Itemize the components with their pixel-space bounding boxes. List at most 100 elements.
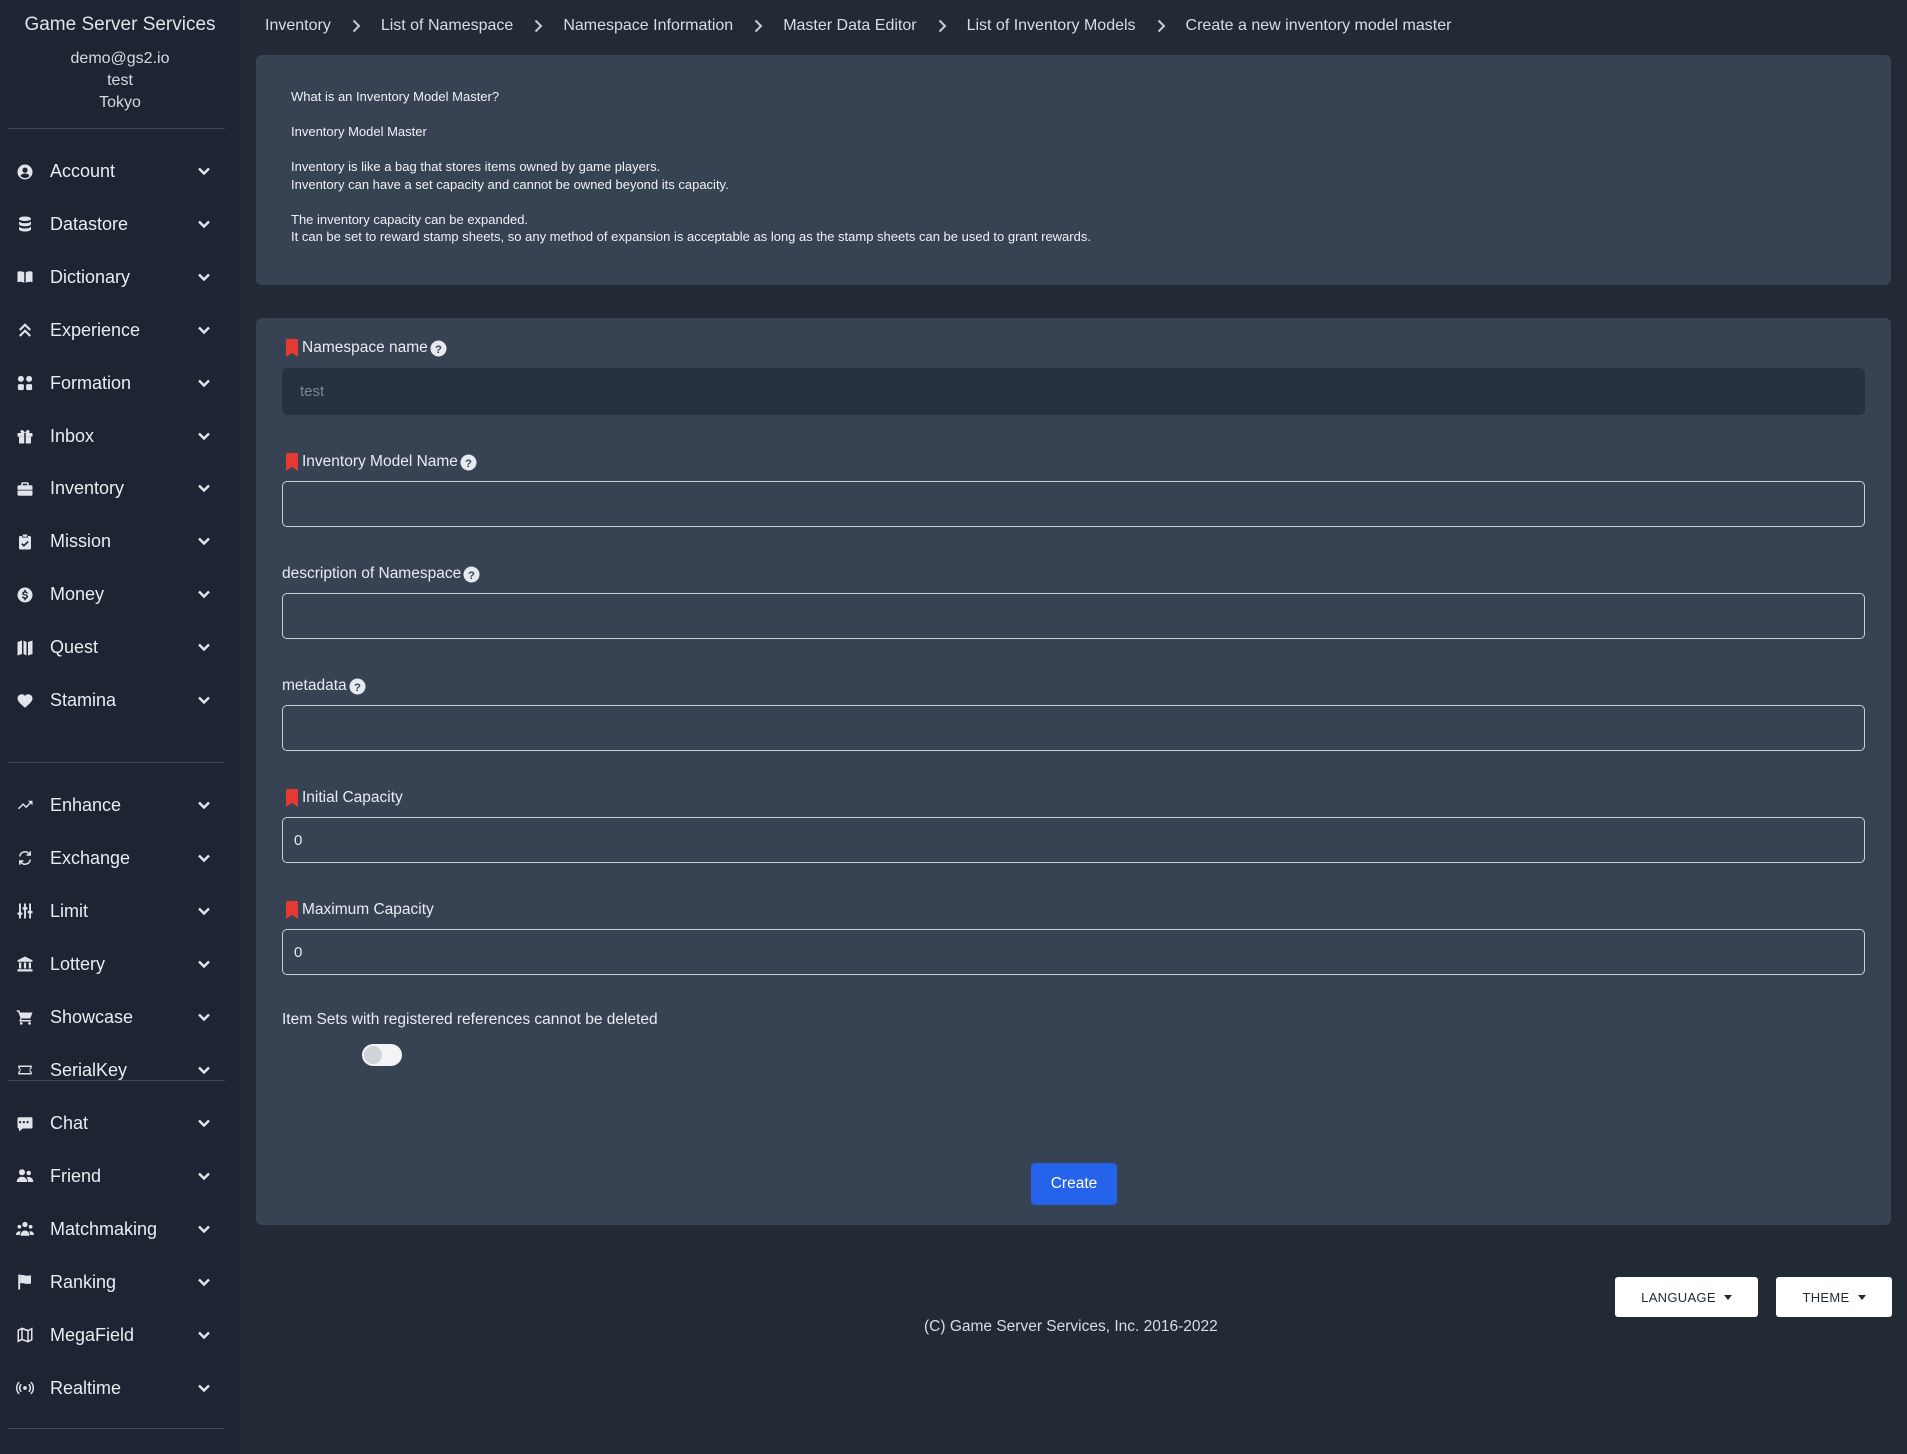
metadata-label: metadata ?	[282, 675, 366, 697]
chevron-down-icon[interactable]	[196, 480, 212, 496]
chevron-down-icon[interactable]	[196, 1062, 212, 1078]
chevron-down-icon[interactable]	[196, 163, 212, 179]
model-name-label: Inventory Model Name ?	[282, 451, 477, 473]
sidebar-item-label: MegaField	[50, 1324, 135, 1345]
sidebar-item-matchmaking[interactable]: Matchmaking	[0, 1203, 256, 1256]
chevron-down-icon[interactable]	[196, 850, 212, 866]
description-input[interactable]	[282, 593, 1865, 639]
protect-references-toggle[interactable]	[362, 1044, 402, 1066]
breadcrumb-item[interactable]: List of Namespace	[381, 17, 514, 35]
chevron-down-icon[interactable]	[196, 428, 212, 444]
help-icon[interactable]: ?	[463, 565, 480, 583]
sidebar-item-label: Inbox	[50, 425, 95, 446]
chevron-down-icon[interactable]	[196, 216, 212, 232]
metadata-input[interactable]	[282, 705, 1865, 751]
sidebar-item-lottery[interactable]: Lottery	[0, 938, 256, 991]
sidebar-item-experience[interactable]: Experience	[0, 304, 256, 357]
sidebar-item-label: Matchmaking	[50, 1218, 158, 1239]
sidebar-item-label: Ranking	[50, 1271, 117, 1292]
sidebar-item-label: Chat	[50, 1113, 89, 1133]
chevron-down-icon[interactable]	[196, 269, 212, 285]
dollar-circle-icon	[16, 586, 34, 604]
sidebar-item-chat[interactable]: Chat	[0, 1097, 256, 1150]
chevron-right-icon	[935, 19, 949, 33]
protect-references-label: Item Sets with registered references can…	[282, 1011, 658, 1028]
toggle-knob	[364, 1046, 382, 1064]
chevron-down-icon[interactable]	[196, 533, 212, 549]
sidebar-item-stamina[interactable]: Stamina	[0, 674, 256, 727]
sidebar-item-quest[interactable]: Quest	[0, 621, 256, 674]
initial-capacity-label: Initial Capacity	[282, 787, 403, 809]
breadcrumb-item[interactable]: List of Inventory Models	[967, 17, 1136, 35]
sidebar-item-showcase[interactable]: Showcase	[0, 991, 256, 1044]
maximum-capacity-label: Maximum Capacity	[282, 899, 434, 921]
chevron-down-icon[interactable]	[196, 1115, 212, 1131]
sidebar-item-inbox[interactable]: Inbox	[0, 410, 256, 463]
required-bookmark-icon	[286, 901, 298, 919]
chevron-down-icon[interactable]	[196, 1009, 212, 1025]
description-label: description of Namespace ?	[282, 563, 480, 585]
sidebar-item-money[interactable]: Money	[0, 568, 256, 621]
heart-icon	[16, 692, 34, 710]
help-icon[interactable]: ?	[430, 339, 447, 357]
sidebar-item-enhance[interactable]: Enhance	[0, 779, 256, 832]
chevron-down-icon[interactable]	[196, 903, 212, 919]
metadata-label-text: metadata	[282, 677, 347, 694]
chevron-down-icon[interactable]	[196, 1168, 212, 1184]
theme-button[interactable]: THEME	[1776, 1277, 1892, 1317]
sidebar-item-dictionary[interactable]: Dictionary	[0, 251, 256, 304]
breadcrumb-item[interactable]: Master Data Editor	[783, 17, 916, 35]
sidebar-item-label: Realtime	[50, 1377, 122, 1398]
model-name-input[interactable]	[282, 481, 1865, 527]
chevron-down-icon[interactable]	[196, 586, 212, 602]
namespace-name-input	[282, 368, 1865, 415]
sidebar-item-megafield[interactable]: MegaField	[0, 1309, 256, 1362]
chevron-down-icon[interactable]	[196, 322, 212, 338]
sidebar-item-inventory[interactable]: Inventory	[0, 462, 256, 515]
breadcrumb-item[interactable]: Inventory	[265, 17, 331, 35]
chevron-down-icon[interactable]	[196, 1274, 212, 1290]
chevron-down-icon[interactable]	[196, 797, 212, 813]
sidebar-item-ranking[interactable]: Ranking	[0, 1256, 256, 1309]
chevron-down-icon[interactable]	[196, 639, 212, 655]
language-button[interactable]: LANGUAGE	[1615, 1277, 1758, 1317]
chevron-down-icon[interactable]	[196, 1380, 212, 1396]
initial-capacity-input[interactable]	[282, 817, 1865, 863]
gift-icon	[16, 427, 34, 445]
chevron-down-icon[interactable]	[196, 692, 212, 708]
map-icon	[16, 639, 34, 657]
sidebar-item-datastore[interactable]: Datastore	[0, 198, 256, 251]
help-icon[interactable]: ?	[349, 677, 366, 695]
breadcrumb-item: Create a new inventory model master	[1185, 17, 1452, 34]
sidebar: Game Server Services demo@gs2.io test To…	[0, 0, 240, 1454]
chevron-right-icon	[531, 19, 545, 33]
description-label-text: description of Namespace	[282, 565, 462, 582]
maximum-capacity-input[interactable]	[282, 929, 1865, 975]
sidebar-item-label: Lottery	[50, 953, 106, 974]
info-line: What is an Inventory Model Master?	[291, 89, 500, 104]
sidebar-item-label: Inventory	[50, 478, 125, 499]
required-bookmark-icon	[286, 789, 298, 807]
svg-text:?: ?	[465, 457, 472, 469]
chevron-down-icon[interactable]	[196, 956, 212, 972]
chevron-down-icon[interactable]	[196, 1327, 212, 1343]
breadcrumb-item[interactable]: Namespace Information	[563, 17, 733, 35]
sidebar-item-limit[interactable]: Limit	[0, 885, 256, 938]
namespace-name-label: Namespace name ?	[282, 337, 447, 359]
chevron-down-icon[interactable]	[196, 375, 212, 391]
required-bookmark-icon	[286, 339, 298, 357]
sidebar-item-realtime[interactable]: Realtime	[0, 1362, 256, 1415]
briefcase-icon	[16, 480, 34, 498]
sidebar-item-exchange[interactable]: Exchange	[0, 832, 256, 885]
chevron-down-icon[interactable]	[196, 1221, 212, 1237]
sidebar-item-friend[interactable]: Friend	[0, 1150, 256, 1203]
help-icon[interactable]: ?	[460, 453, 477, 471]
ticket-icon	[16, 1061, 34, 1079]
sidebar-item-formation[interactable]: Formation	[0, 357, 256, 410]
sidebar-item-serialkey[interactable]: SerialKey	[0, 1044, 256, 1097]
create-button[interactable]: Create	[1031, 1163, 1117, 1205]
sidebar-item-label: Showcase	[50, 1006, 134, 1027]
svg-text:?: ?	[468, 569, 475, 581]
sidebar-item-mission[interactable]: Mission	[0, 515, 256, 568]
sidebar-item-account[interactable]: Account	[0, 145, 256, 198]
